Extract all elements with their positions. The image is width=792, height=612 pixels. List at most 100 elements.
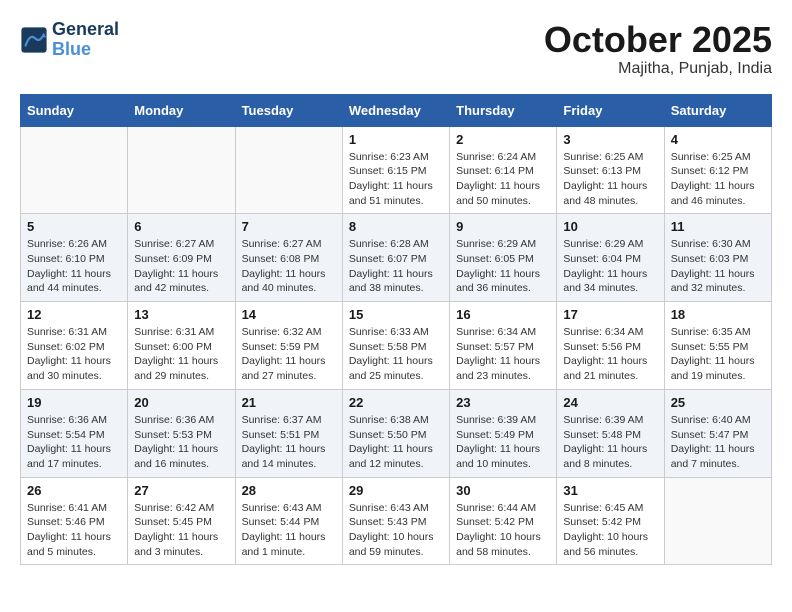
weekday-header-tuesday: Tuesday <box>235 94 342 126</box>
calendar-cell: 17Sunrise: 6:34 AM Sunset: 5:56 PM Dayli… <box>557 302 664 390</box>
day-number: 29 <box>349 483 443 498</box>
calendar-week-row: 5 Sunrise: 6:26 AM Sunset: 6:10 PM Daylig… <box>21 214 772 302</box>
day-number: 13 <box>134 307 228 322</box>
calendar-cell: 31 Sunrise: 6:45 AM Sunset: 5:42 PM Dayli… <box>557 477 664 565</box>
day-info: Sunrise: 6:28 AM Sunset: 6:07 PM Dayligh… <box>349 237 443 296</box>
calendar-week-row: 19 Sunrise: 6:36 AM Sunset: 5:54 PM Dayli… <box>21 389 772 477</box>
day-number: 22 <box>349 395 443 410</box>
calendar-cell: 25Sunrise: 6:40 AM Sunset: 5:47 PM Dayli… <box>664 389 771 477</box>
day-number: 31 <box>563 483 657 498</box>
calendar-cell: 21Sunrise: 6:37 AM Sunset: 5:51 PM Dayli… <box>235 389 342 477</box>
day-number: 16 <box>456 307 550 322</box>
calendar-week-row: 1 Sunrise: 6:23 AM Sunset: 6:15 PM Daylig… <box>21 126 772 214</box>
location: Majitha, Punjab, India <box>544 60 772 78</box>
weekday-header-wednesday: Wednesday <box>342 94 449 126</box>
day-info: Sunrise: 6:41 AM Sunset: 5:46 PM Dayligh… <box>27 501 121 560</box>
day-info: Sunrise: 6:29 AM Sunset: 6:04 PM Dayligh… <box>563 237 657 296</box>
day-info: Sunrise: 6:32 AM Sunset: 5:59 PM Dayligh… <box>242 325 336 384</box>
calendar-cell <box>128 126 235 214</box>
day-info: Sunrise: 6:35 AM Sunset: 5:55 PM Dayligh… <box>671 325 765 384</box>
day-info: Sunrise: 6:30 AM Sunset: 6:03 PM Dayligh… <box>671 237 765 296</box>
day-number: 24 <box>563 395 657 410</box>
calendar-week-row: 12 Sunrise: 6:31 AM Sunset: 6:02 PM Dayli… <box>21 302 772 390</box>
calendar-cell: 29 Sunrise: 6:43 AM Sunset: 5:43 PM Dayli… <box>342 477 449 565</box>
logo-text: GeneralBlue <box>52 20 119 60</box>
calendar-cell: 4 Sunrise: 6:25 AM Sunset: 6:12 PM Daylig… <box>664 126 771 214</box>
calendar-cell: 16 Sunrise: 6:34 AM Sunset: 5:57 PM Dayli… <box>450 302 557 390</box>
day-info: Sunrise: 6:38 AM Sunset: 5:50 PM Dayligh… <box>349 413 443 472</box>
calendar-cell: 20Sunrise: 6:36 AM Sunset: 5:53 PM Dayli… <box>128 389 235 477</box>
weekday-header-monday: Monday <box>128 94 235 126</box>
page-header: GeneralBlue October 2025 Majitha, Punjab… <box>20 20 772 78</box>
day-info: Sunrise: 6:43 AM Sunset: 5:43 PM Dayligh… <box>349 501 443 560</box>
day-number: 23 <box>456 395 550 410</box>
calendar-cell: 24Sunrise: 6:39 AM Sunset: 5:48 PM Dayli… <box>557 389 664 477</box>
day-number: 1 <box>349 132 443 147</box>
day-info: Sunrise: 6:45 AM Sunset: 5:42 PM Dayligh… <box>563 501 657 560</box>
day-info: Sunrise: 6:23 AM Sunset: 6:15 PM Dayligh… <box>349 150 443 209</box>
day-number: 15 <box>349 307 443 322</box>
calendar-table: SundayMondayTuesdayWednesdayThursdayFrid… <box>20 94 772 566</box>
day-number: 11 <box>671 219 765 234</box>
calendar-cell: 10Sunrise: 6:29 AM Sunset: 6:04 PM Dayli… <box>557 214 664 302</box>
calendar-cell: 22 Sunrise: 6:38 AM Sunset: 5:50 PM Dayli… <box>342 389 449 477</box>
calendar-cell: 5 Sunrise: 6:26 AM Sunset: 6:10 PM Daylig… <box>21 214 128 302</box>
day-number: 30 <box>456 483 550 498</box>
day-number: 25 <box>671 395 765 410</box>
calendar-cell: 18 Sunrise: 6:35 AM Sunset: 5:55 PM Dayli… <box>664 302 771 390</box>
day-info: Sunrise: 6:36 AM Sunset: 5:54 PM Dayligh… <box>27 413 121 472</box>
calendar-cell: 30 Sunrise: 6:44 AM Sunset: 5:42 PM Dayli… <box>450 477 557 565</box>
day-info: Sunrise: 6:34 AM Sunset: 5:57 PM Dayligh… <box>456 325 550 384</box>
day-info: Sunrise: 6:44 AM Sunset: 5:42 PM Dayligh… <box>456 501 550 560</box>
day-info: Sunrise: 6:29 AM Sunset: 6:05 PM Dayligh… <box>456 237 550 296</box>
day-number: 3 <box>563 132 657 147</box>
calendar-cell <box>664 477 771 565</box>
day-info: Sunrise: 6:33 AM Sunset: 5:58 PM Dayligh… <box>349 325 443 384</box>
day-number: 8 <box>349 219 443 234</box>
day-number: 12 <box>27 307 121 322</box>
calendar-cell: 1 Sunrise: 6:23 AM Sunset: 6:15 PM Daylig… <box>342 126 449 214</box>
calendar-cell: 26Sunrise: 6:41 AM Sunset: 5:46 PM Dayli… <box>21 477 128 565</box>
calendar-cell: 27 Sunrise: 6:42 AM Sunset: 5:45 PM Dayli… <box>128 477 235 565</box>
calendar-cell: 9 Sunrise: 6:29 AM Sunset: 6:05 PM Daylig… <box>450 214 557 302</box>
day-info: Sunrise: 6:39 AM Sunset: 5:49 PM Dayligh… <box>456 413 550 472</box>
calendar-cell: 8 Sunrise: 6:28 AM Sunset: 6:07 PM Daylig… <box>342 214 449 302</box>
day-info: Sunrise: 6:25 AM Sunset: 6:12 PM Dayligh… <box>671 150 765 209</box>
weekday-header-saturday: Saturday <box>664 94 771 126</box>
calendar-cell: 11 Sunrise: 6:30 AM Sunset: 6:03 PM Dayli… <box>664 214 771 302</box>
logo-icon <box>20 26 48 54</box>
day-number: 28 <box>242 483 336 498</box>
day-info: Sunrise: 6:31 AM Sunset: 6:00 PM Dayligh… <box>134 325 228 384</box>
day-number: 19 <box>27 395 121 410</box>
day-number: 4 <box>671 132 765 147</box>
day-number: 9 <box>456 219 550 234</box>
day-number: 2 <box>456 132 550 147</box>
day-number: 14 <box>242 307 336 322</box>
day-info: Sunrise: 6:27 AM Sunset: 6:08 PM Dayligh… <box>242 237 336 296</box>
calendar-cell: 6Sunrise: 6:27 AM Sunset: 6:09 PM Daylig… <box>128 214 235 302</box>
day-info: Sunrise: 6:25 AM Sunset: 6:13 PM Dayligh… <box>563 150 657 209</box>
calendar-cell: 3 Sunrise: 6:25 AM Sunset: 6:13 PM Daylig… <box>557 126 664 214</box>
weekday-header-thursday: Thursday <box>450 94 557 126</box>
calendar-cell: 12 Sunrise: 6:31 AM Sunset: 6:02 PM Dayli… <box>21 302 128 390</box>
day-info: Sunrise: 6:31 AM Sunset: 6:02 PM Dayligh… <box>27 325 121 384</box>
calendar-cell: 7Sunrise: 6:27 AM Sunset: 6:08 PM Daylig… <box>235 214 342 302</box>
calendar-cell: 28Sunrise: 6:43 AM Sunset: 5:44 PM Dayli… <box>235 477 342 565</box>
day-info: Sunrise: 6:27 AM Sunset: 6:09 PM Dayligh… <box>134 237 228 296</box>
calendar-week-row: 26Sunrise: 6:41 AM Sunset: 5:46 PM Dayli… <box>21 477 772 565</box>
day-info: Sunrise: 6:24 AM Sunset: 6:14 PM Dayligh… <box>456 150 550 209</box>
day-number: 27 <box>134 483 228 498</box>
calendar-cell: 23 Sunrise: 6:39 AM Sunset: 5:49 PM Dayli… <box>450 389 557 477</box>
day-number: 17 <box>563 307 657 322</box>
day-number: 21 <box>242 395 336 410</box>
calendar-cell: 14 Sunrise: 6:32 AM Sunset: 5:59 PM Dayli… <box>235 302 342 390</box>
day-number: 5 <box>27 219 121 234</box>
calendar-cell <box>235 126 342 214</box>
weekday-header-sunday: Sunday <box>21 94 128 126</box>
weekday-header-row: SundayMondayTuesdayWednesdayThursdayFrid… <box>21 94 772 126</box>
day-number: 20 <box>134 395 228 410</box>
day-number: 18 <box>671 307 765 322</box>
day-info: Sunrise: 6:26 AM Sunset: 6:10 PM Dayligh… <box>27 237 121 296</box>
calendar-cell <box>21 126 128 214</box>
day-info: Sunrise: 6:42 AM Sunset: 5:45 PM Dayligh… <box>134 501 228 560</box>
